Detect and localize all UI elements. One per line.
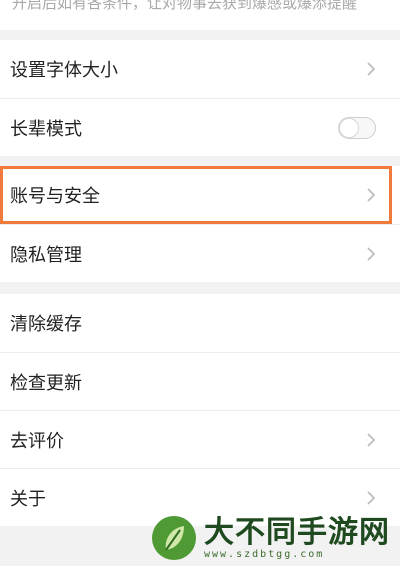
chevron-right-icon	[367, 246, 376, 261]
settings-item-elder-mode[interactable]: 长辈模式	[0, 98, 400, 156]
settings-item-font-size[interactable]: 设置字体大小	[0, 40, 400, 98]
watermark-text: 大不同手游网 www.szdbtgg.com	[204, 514, 390, 560]
leaf-logo-icon	[152, 516, 196, 560]
chevron-right-icon	[367, 490, 376, 505]
settings-item-clear-cache[interactable]: 清除缓存	[0, 294, 400, 352]
top-description-text: 开启后如有各条件，让对物事去获到爆感或爆添提醒	[0, 0, 400, 30]
settings-group-display: 设置字体大小 长辈模式	[0, 40, 400, 156]
settings-item-label: 去评价	[10, 430, 64, 452]
settings-item-label: 检查更新	[10, 372, 82, 394]
chevron-right-icon	[367, 188, 376, 202]
site-watermark: 大不同手游网 www.szdbtgg.com	[150, 510, 400, 566]
toggle-knob	[340, 118, 358, 137]
chevron-right-icon	[367, 62, 376, 76]
settings-item-label: 设置字体大小	[10, 60, 118, 81]
settings-item-account-security[interactable]: 账号与安全	[0, 166, 400, 224]
settings-item-privacy[interactable]: 隐私管理	[0, 224, 400, 282]
settings-group-account: 账号与安全 隐私管理	[0, 166, 400, 282]
settings-item-check-update[interactable]: 检查更新	[0, 352, 400, 410]
settings-group-general: 清除缓存 检查更新 去评价 关于	[0, 294, 400, 526]
settings-item-label: 长辈模式	[10, 118, 82, 140]
section-gap	[0, 30, 400, 40]
settings-item-label: 账号与安全	[10, 186, 100, 207]
chevron-right-icon	[367, 432, 376, 447]
settings-item-label: 关于	[10, 488, 46, 510]
section-gap	[0, 156, 400, 166]
elder-mode-toggle[interactable]	[338, 116, 376, 139]
watermark-url: www.szdbtgg.com	[204, 548, 325, 560]
settings-item-label: 清除缓存	[10, 314, 82, 335]
settings-item-label: 隐私管理	[10, 244, 82, 266]
watermark-title: 大不同手游网	[204, 514, 390, 550]
section-gap	[0, 282, 400, 294]
settings-item-rate[interactable]: 去评价	[0, 410, 400, 468]
